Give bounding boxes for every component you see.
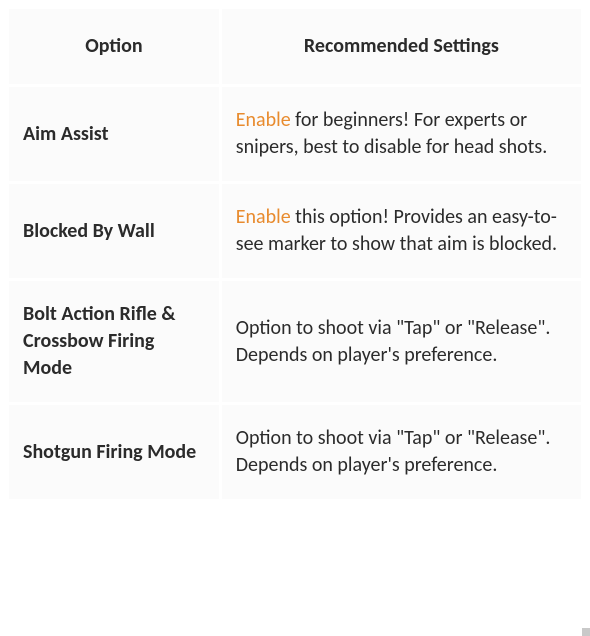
resize-handle-icon: [582, 628, 590, 636]
recommended-text: Option to shoot via "Tap" or "Release". …: [236, 316, 551, 367]
option-cell: Blocked By Wall: [8, 183, 221, 280]
recommended-cell: Option to shoot via "Tap" or "Release". …: [220, 404, 582, 501]
header-recommended: Recommended Settings: [220, 8, 582, 86]
option-cell: Bolt Action Rifle & Crossbow Firing Mode: [8, 280, 221, 404]
recommended-text: Option to shoot via "Tap" or "Release". …: [236, 426, 551, 477]
table-row: Bolt Action Rifle & Crossbow Firing Mode…: [8, 280, 583, 404]
recommended-cell: Option to shoot via "Tap" or "Release". …: [220, 280, 582, 404]
settings-table-wrapper: Option Recommended Settings Aim Assist E…: [0, 0, 590, 508]
option-cell: Shotgun Firing Mode: [8, 404, 221, 501]
header-option: Option: [8, 8, 221, 86]
table-row: Aim Assist Enable for beginners! For exp…: [8, 86, 583, 183]
highlight-keyword: Enable: [236, 205, 291, 229]
table-header-row: Option Recommended Settings: [8, 8, 583, 86]
recommended-cell: Enable this option! Provides an easy-to-…: [220, 183, 582, 280]
table-row: Shotgun Firing Mode Option to shoot via …: [8, 404, 583, 501]
option-cell: Aim Assist: [8, 86, 221, 183]
highlight-keyword: Enable: [236, 108, 291, 132]
recommended-cell: Enable for beginners! For experts or sni…: [220, 86, 582, 183]
table-row: Blocked By Wall Enable this option! Prov…: [8, 183, 583, 280]
settings-table: Option Recommended Settings Aim Assist E…: [6, 6, 584, 502]
